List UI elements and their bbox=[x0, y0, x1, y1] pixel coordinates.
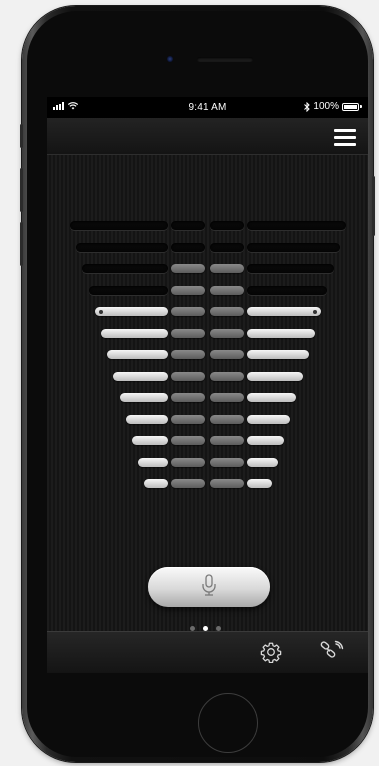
eq-bar-r6-c3[interactable] bbox=[210, 328, 244, 338]
eq-bar-r6-c2[interactable] bbox=[171, 328, 205, 338]
eq-bar-r7-c3[interactable] bbox=[210, 350, 244, 359]
eq-bar-r12-c2[interactable] bbox=[171, 457, 205, 467]
eq-bar-r13-c4[interactable] bbox=[247, 479, 272, 488]
eq-bar-r4-c2[interactable] bbox=[171, 285, 205, 295]
eq-bar-r12-c3[interactable] bbox=[210, 457, 244, 467]
eq-bar-r1-c3[interactable] bbox=[210, 221, 244, 230]
eq-bar-r5-c2[interactable] bbox=[171, 307, 205, 316]
eq-bar-r13-c2[interactable] bbox=[171, 479, 205, 488]
microphone-button[interactable] bbox=[148, 567, 270, 607]
eq-bar-r4-c1[interactable] bbox=[88, 285, 168, 295]
equalizer-area bbox=[47, 155, 368, 631]
eq-bar-r3-c3[interactable] bbox=[210, 264, 244, 273]
app-screen: 9:41 AM 100% bbox=[47, 97, 368, 673]
eq-bar-r2-c2[interactable] bbox=[171, 242, 205, 252]
eq-bar-r10-c2[interactable] bbox=[171, 414, 205, 424]
eq-bar-r9-c4[interactable] bbox=[247, 393, 297, 402]
eq-bar-r7-c4[interactable] bbox=[247, 350, 309, 359]
eq-bar-r1-c2[interactable] bbox=[171, 221, 205, 230]
eq-bar-r5-c4[interactable] bbox=[247, 307, 322, 316]
eq-bar-r11-c4[interactable] bbox=[247, 436, 284, 445]
eq-bar-r10-c1[interactable] bbox=[125, 414, 168, 424]
eq-bar-r8-c2[interactable] bbox=[171, 371, 205, 381]
satellite-link-icon[interactable] bbox=[318, 640, 344, 664]
home-button[interactable] bbox=[198, 693, 258, 753]
status-right: 100% bbox=[304, 101, 362, 112]
bluetooth-icon bbox=[304, 101, 311, 112]
hamburger-menu-icon[interactable] bbox=[334, 129, 356, 147]
eq-bar-r11-c3[interactable] bbox=[210, 436, 244, 445]
slider-knob[interactable] bbox=[313, 309, 318, 314]
eq-bar-r4-c3[interactable] bbox=[210, 285, 244, 295]
eq-bar-r11-c1[interactable] bbox=[132, 436, 168, 445]
eq-bar-r7-c2[interactable] bbox=[171, 350, 205, 359]
eq-bar-r8-c4[interactable] bbox=[247, 371, 303, 381]
eq-bar-r3-c4[interactable] bbox=[247, 264, 334, 273]
eq-bar-r2-c3[interactable] bbox=[210, 242, 244, 252]
microphone-icon bbox=[202, 574, 216, 596]
eq-bar-r7-c1[interactable] bbox=[107, 350, 168, 359]
eq-bar-r5-c1[interactable] bbox=[94, 307, 168, 316]
eq-bar-r6-c1[interactable] bbox=[101, 328, 168, 338]
eq-bar-r3-c1[interactable] bbox=[82, 264, 168, 273]
gear-icon[interactable] bbox=[260, 641, 282, 663]
status-bar: 9:41 AM 100% bbox=[47, 97, 368, 118]
eq-bar-r13-c3[interactable] bbox=[210, 479, 244, 488]
eq-bar-r10-c4[interactable] bbox=[247, 414, 291, 424]
eq-bar-r8-c1[interactable] bbox=[113, 371, 168, 381]
eq-bar-r13-c1[interactable] bbox=[144, 479, 168, 488]
eq-bar-r2-c1[interactable] bbox=[76, 242, 168, 252]
power-button bbox=[372, 176, 375, 236]
nav-bar bbox=[47, 118, 368, 155]
eq-bar-r1-c1[interactable] bbox=[70, 221, 168, 230]
eq-bar-r4-c4[interactable] bbox=[247, 285, 328, 295]
eq-bar-r3-c2[interactable] bbox=[171, 264, 205, 273]
eq-bar-r12-c4[interactable] bbox=[247, 457, 278, 467]
earpiece-speaker bbox=[197, 57, 253, 62]
eq-bar-r11-c2[interactable] bbox=[171, 436, 205, 445]
front-camera bbox=[167, 56, 173, 62]
slider-knob[interactable] bbox=[98, 309, 103, 314]
volume-down-button bbox=[20, 222, 23, 266]
bottom-toolbar bbox=[47, 631, 368, 673]
eq-bar-r1-c4[interactable] bbox=[247, 221, 346, 230]
eq-bar-r5-c3[interactable] bbox=[210, 307, 244, 316]
eq-bar-r9-c2[interactable] bbox=[171, 393, 205, 402]
battery-percent: 100% bbox=[313, 101, 339, 112]
eq-bar-r8-c3[interactable] bbox=[210, 371, 244, 381]
battery-icon bbox=[342, 102, 362, 111]
eq-bar-r2-c4[interactable] bbox=[247, 242, 340, 252]
silent-switch bbox=[20, 124, 23, 148]
eq-bar-r9-c1[interactable] bbox=[119, 393, 168, 402]
eq-bar-r12-c1[interactable] bbox=[138, 457, 168, 467]
volume-up-button bbox=[20, 168, 23, 212]
eq-bar-r9-c3[interactable] bbox=[210, 393, 244, 402]
eq-bar-r6-c4[interactable] bbox=[247, 328, 315, 338]
eq-bar-r10-c3[interactable] bbox=[210, 414, 244, 424]
